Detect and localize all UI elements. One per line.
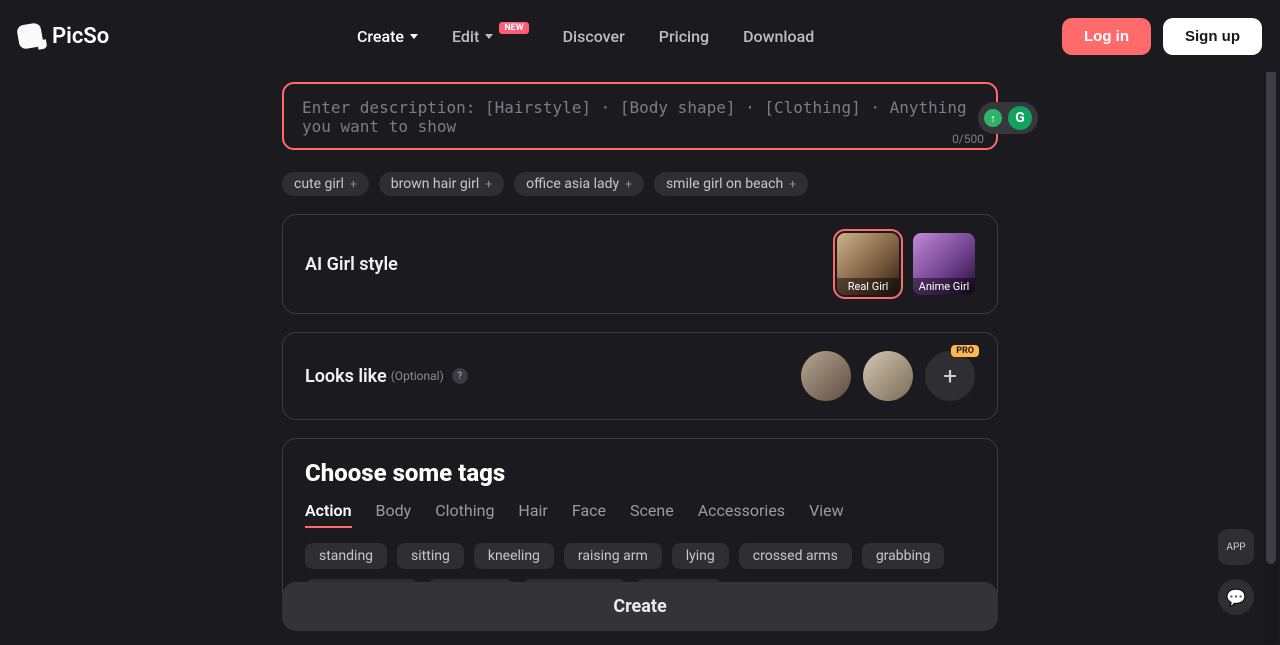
- nav-create[interactable]: Create: [357, 27, 418, 46]
- side-float: APP 💬: [1218, 529, 1254, 615]
- tag-standing[interactable]: standing: [305, 543, 387, 569]
- logo-mark-icon: [16, 22, 44, 50]
- style-option-label: Anime Girl: [913, 278, 975, 295]
- face-preset-2[interactable]: [863, 351, 913, 401]
- page-body: 0/500 ↑ G cute girl + brown hair girl + …: [0, 72, 1280, 645]
- suggestion-chip[interactable]: smile girl on beach +: [654, 172, 808, 196]
- tag-sitting[interactable]: sitting: [397, 543, 464, 569]
- nav-edit[interactable]: Edit NEW: [452, 27, 529, 46]
- nav-edit-label: Edit: [452, 27, 479, 46]
- char-counter: 0/500: [952, 132, 984, 146]
- nav-discover[interactable]: Discover: [563, 27, 625, 46]
- tab-view[interactable]: View: [809, 501, 844, 528]
- looks-title: Looks like: [305, 366, 387, 387]
- login-button[interactable]: Log in: [1062, 18, 1151, 55]
- chevron-down-icon: [410, 34, 418, 39]
- plus-icon: +: [625, 177, 632, 191]
- plus-icon: +: [485, 177, 492, 191]
- signup-button[interactable]: Sign up: [1163, 18, 1262, 55]
- brand-logo[interactable]: PicSo: [18, 24, 109, 49]
- face-preset-1[interactable]: [801, 351, 851, 401]
- tags-title: Choose some tags: [305, 459, 975, 487]
- plus-icon: +: [789, 177, 796, 191]
- tab-scene[interactable]: Scene: [630, 501, 674, 528]
- tab-accessories[interactable]: Accessories: [698, 501, 785, 528]
- tag-tabs: Action Body Clothing Hair Face Scene Acc…: [305, 501, 975, 529]
- scrollbar-thumb[interactable]: [1266, 4, 1276, 564]
- looks-card: Looks like (Optional) ? + PRO: [282, 332, 998, 420]
- plus-icon: +: [943, 362, 957, 390]
- style-option-real[interactable]: Real Girl: [837, 233, 899, 295]
- tag-grabbing[interactable]: grabbing: [862, 543, 945, 569]
- info-icon[interactable]: ?: [452, 368, 468, 384]
- new-badge: NEW: [499, 22, 528, 34]
- prompt-wrap: 0/500 ↑ G: [282, 82, 998, 154]
- suggestion-chip[interactable]: brown hair girl +: [379, 172, 504, 196]
- plus-icon: +: [350, 177, 357, 191]
- grammarly-widget[interactable]: ↑ G: [978, 102, 1038, 134]
- tag-kneeling[interactable]: kneeling: [474, 543, 554, 569]
- main-column: 0/500 ↑ G cute girl + brown hair girl + …: [282, 82, 998, 645]
- pro-badge: PRO: [951, 345, 979, 357]
- style-options: Real Girl Anime Girl: [837, 233, 975, 295]
- style-option-anime[interactable]: Anime Girl: [913, 233, 975, 295]
- face-row: + PRO: [801, 351, 975, 401]
- grammarly-g-icon: G: [1008, 106, 1032, 130]
- suggestion-chips: cute girl + brown hair girl + office asi…: [282, 172, 998, 196]
- app-download-button[interactable]: APP: [1218, 529, 1254, 565]
- create-button[interactable]: Create: [282, 582, 998, 631]
- suggestion-chip-label: brown hair girl: [391, 176, 480, 192]
- vertical-scrollbar[interactable]: [1264, 2, 1278, 643]
- tab-face[interactable]: Face: [572, 501, 606, 528]
- grammarly-arrow-icon: ↑: [984, 109, 1002, 127]
- tag-crossed-arms[interactable]: crossed arms: [739, 543, 852, 569]
- brand-name: PicSo: [52, 24, 109, 49]
- main-nav: Create Edit NEW Discover Pricing Downloa…: [109, 27, 1062, 46]
- suggestion-chip-label: smile girl on beach: [666, 176, 783, 192]
- suggestion-chip-label: office asia lady: [526, 176, 619, 192]
- tag-lying[interactable]: lying: [672, 543, 729, 569]
- style-card: AI Girl style Real Girl Anime Girl: [282, 214, 998, 314]
- app-label: APP: [1226, 542, 1245, 553]
- nav-create-label: Create: [357, 27, 404, 46]
- tab-clothing[interactable]: Clothing: [435, 501, 494, 528]
- chat-icon: 💬: [1226, 588, 1246, 607]
- nav-download[interactable]: Download: [743, 27, 814, 46]
- tab-action[interactable]: Action: [305, 501, 352, 528]
- suggestion-chip[interactable]: office asia lady +: [514, 172, 644, 196]
- tab-hair[interactable]: Hair: [518, 501, 547, 528]
- chat-button[interactable]: 💬: [1218, 579, 1254, 615]
- tab-body[interactable]: Body: [376, 501, 412, 528]
- auth-buttons: Log in Sign up: [1062, 18, 1262, 55]
- nav-pricing[interactable]: Pricing: [659, 27, 709, 46]
- top-nav: PicSo Create Edit NEW Discover Pricing D…: [0, 0, 1280, 72]
- add-face-button[interactable]: + PRO: [925, 351, 975, 401]
- style-title: AI Girl style: [305, 254, 398, 275]
- suggestion-chip-label: cute girl: [294, 176, 344, 192]
- looks-optional: (Optional): [391, 369, 444, 383]
- chevron-down-icon: [485, 34, 493, 39]
- style-option-label: Real Girl: [837, 278, 899, 295]
- tag-row: standing sitting kneeling raising arm ly…: [305, 543, 975, 569]
- suggestion-chip[interactable]: cute girl +: [282, 172, 369, 196]
- prompt-input[interactable]: [282, 82, 998, 150]
- tag-raising-arm[interactable]: raising arm: [564, 543, 662, 569]
